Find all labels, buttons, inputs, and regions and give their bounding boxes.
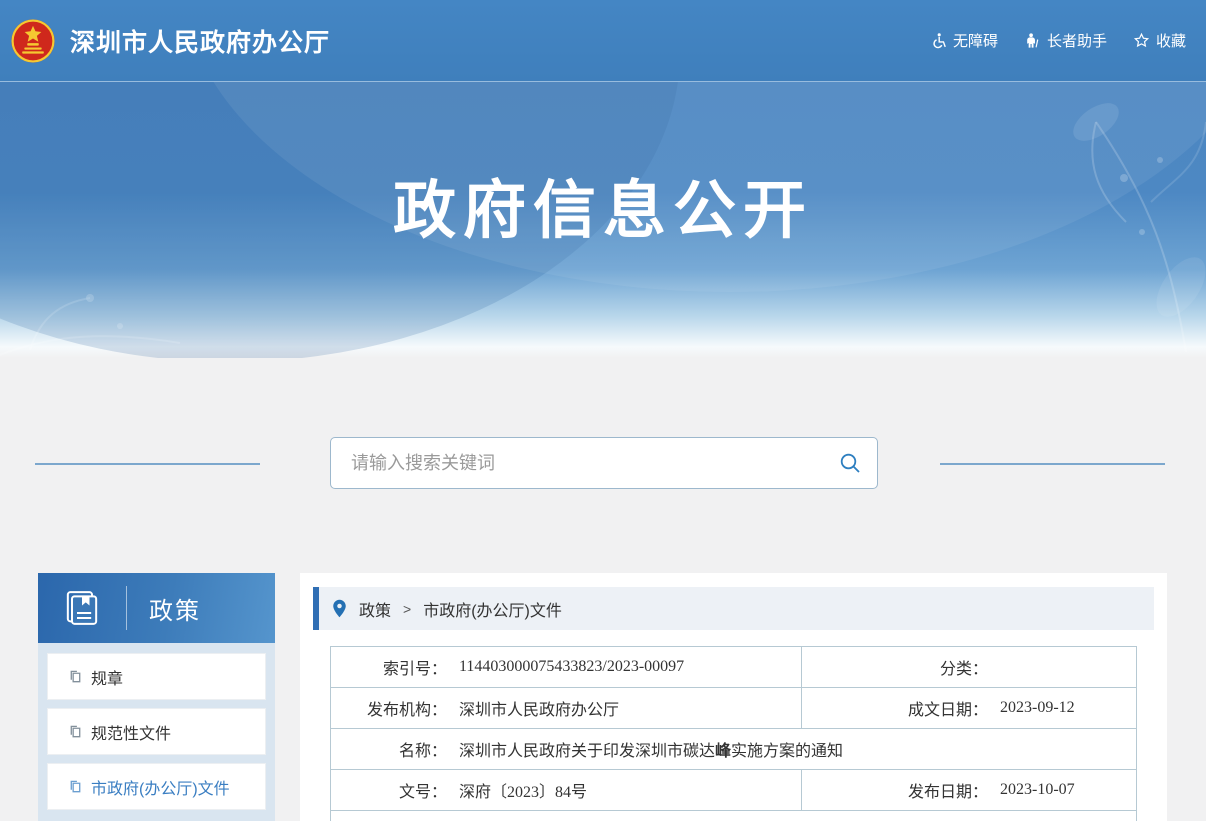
sidebar-header: 政策: [38, 573, 275, 643]
content-row: 政策 规章 规范性文件: [0, 573, 1206, 821]
document-name-value: 深圳市人民政府关于印发深圳市碳达峰实施方案的通知: [459, 737, 843, 761]
written-date-value: 2023-09-12: [1000, 699, 1075, 717]
table-row: 发布机构： 深圳市人民政府办公厅 成文日期： 2023-09-12: [331, 688, 1137, 729]
document-name-label: 名称：: [331, 737, 447, 761]
search-icon: [838, 451, 862, 475]
accessibility-link[interactable]: 无障碍: [930, 30, 998, 51]
breadcrumb: 政策 > 市政府(办公厅)文件: [313, 587, 1154, 630]
written-date-label: 成文日期：: [802, 696, 988, 720]
sidebar-item-label: 市政府(办公厅)文件: [91, 775, 230, 799]
sidebar-menu: 规章 规范性文件 市政府(办公厅)文: [38, 643, 275, 821]
star-icon: [1133, 32, 1150, 49]
breadcrumb-current: 市政府(办公厅)文件: [423, 597, 562, 621]
book-icon: [62, 588, 102, 628]
breadcrumb-separator: >: [403, 601, 411, 617]
document-number-label: 文号：: [331, 778, 447, 802]
index-number-label: 索引号：: [331, 655, 447, 679]
document-icon: [68, 724, 83, 739]
document-icon: [68, 779, 83, 794]
decorative-line: [35, 463, 260, 465]
document-meta-table: 索引号： 114403000075433823/2023-00097 分类：: [330, 646, 1137, 821]
top-links: 无障碍 长者助手 收藏: [930, 30, 1186, 51]
site-title: 深圳市人民政府办公厅: [70, 23, 330, 59]
favorite-label: 收藏: [1156, 30, 1186, 51]
top-header-bar: 深圳市人民政府办公厅 无障碍 长者助手: [0, 0, 1206, 82]
sidebar: 政策 规章 规范性文件: [38, 573, 275, 821]
elder-helper-icon: [1024, 32, 1041, 49]
main-panel: 政策 > 市政府(办公厅)文件 索引号： 114403000075433823/…: [300, 573, 1167, 821]
search-section: [0, 437, 1206, 489]
sidebar-title: 政策: [149, 591, 201, 626]
search-button[interactable]: [823, 438, 877, 488]
favorite-link[interactable]: 收藏: [1133, 30, 1186, 51]
sidebar-item-municipal-government-documents[interactable]: 市政府(办公厅)文件: [47, 763, 266, 810]
issuing-agency-value: 深圳市人民政府办公厅: [459, 696, 619, 720]
index-number-value: 114403000075433823/2023-00097: [459, 658, 684, 676]
breadcrumb-root[interactable]: 政策: [359, 597, 391, 621]
publish-date-label: 发布日期：: [802, 778, 988, 802]
search-box: [330, 437, 878, 489]
page-banner: 政府信息公开: [0, 82, 1206, 358]
table-row: [331, 811, 1137, 821]
elder-helper-link[interactable]: 长者助手: [1024, 30, 1107, 51]
publish-date-value: 2023-10-07: [1000, 781, 1075, 799]
accessibility-icon: [930, 32, 947, 49]
issuing-agency-label: 发布机构：: [331, 696, 447, 720]
table-row: 索引号： 114403000075433823/2023-00097 分类：: [331, 647, 1137, 688]
table-row: 名称： 深圳市人民政府关于印发深圳市碳达峰实施方案的通知: [331, 729, 1137, 770]
document-number-value: 深府〔2023〕84号: [459, 778, 587, 802]
sidebar-item-regulations[interactable]: 规章: [47, 653, 266, 700]
divider: [126, 586, 127, 630]
decorative-line: [940, 463, 1165, 465]
sidebar-item-label: 规范性文件: [91, 720, 171, 744]
search-input[interactable]: [331, 453, 823, 474]
document-icon: [68, 669, 83, 684]
location-pin-icon: [332, 599, 347, 618]
page: 深圳市人民政府办公厅 无障碍 长者助手: [0, 0, 1206, 821]
table-row: 文号： 深府〔2023〕84号 发布日期： 2023-10-07: [331, 770, 1137, 811]
category-label: 分类：: [802, 655, 988, 679]
sidebar-item-label: 规章: [91, 665, 123, 689]
sidebar-item-normative-documents[interactable]: 规范性文件: [47, 708, 266, 755]
page-title: 政府信息公开: [0, 160, 1206, 251]
highlighted-keyword: 峰: [715, 743, 731, 760]
national-emblem-icon: [10, 18, 56, 64]
elder-helper-label: 长者助手: [1047, 30, 1107, 51]
accessibility-label: 无障碍: [953, 30, 998, 51]
